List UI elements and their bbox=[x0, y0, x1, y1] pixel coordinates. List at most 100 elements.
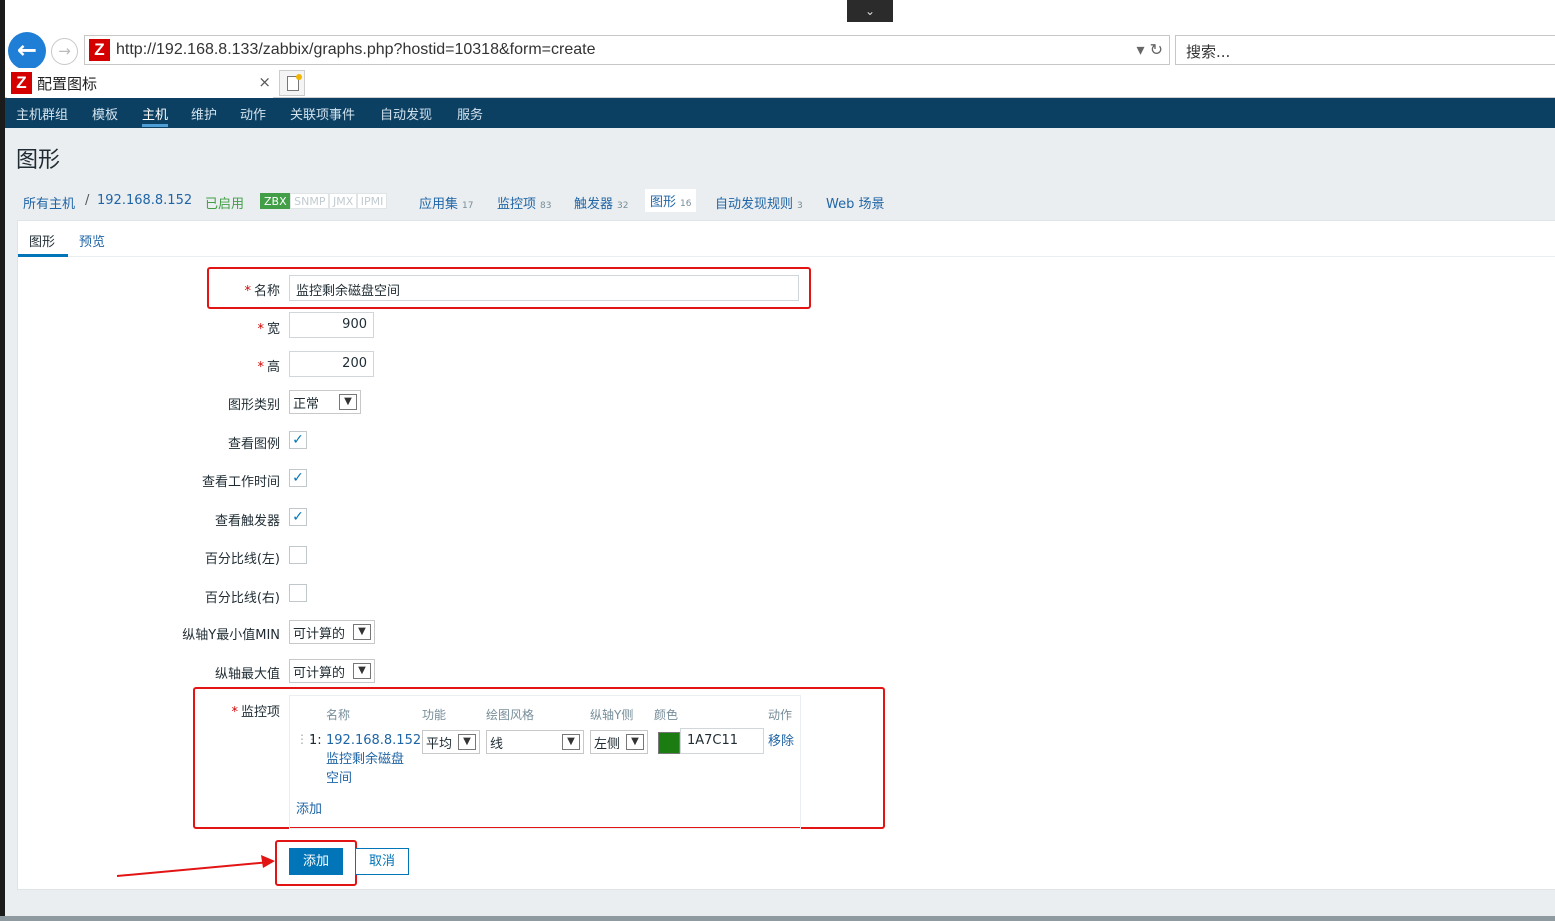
item-index: 1: bbox=[309, 733, 322, 748]
breadcrumb-all-hosts[interactable]: 所有主机 bbox=[23, 193, 75, 212]
checkmark-icon: ✓ bbox=[292, 432, 304, 448]
close-icon[interactable]: × bbox=[258, 73, 271, 91]
th-color: 颜色 bbox=[654, 708, 679, 722]
th-action: 动作 bbox=[768, 708, 793, 722]
items-count: 83 bbox=[540, 201, 552, 211]
percentile-right-checkbox[interactable] bbox=[289, 584, 307, 602]
graphs-label: 图形 bbox=[650, 195, 677, 210]
breadcrumb-triggers[interactable]: 触发器 32 bbox=[574, 193, 628, 212]
th-function: 功能 bbox=[422, 708, 447, 722]
nav-discovery[interactable]: 自动发现 bbox=[380, 104, 432, 123]
show-work-period-label: 查看工作时间 bbox=[201, 475, 280, 490]
height-input[interactable]: 200 bbox=[289, 351, 374, 377]
breadcrumb-separator: / bbox=[85, 193, 90, 208]
tab-graph[interactable]: 图形 bbox=[29, 231, 55, 250]
chevron-down-icon: ▼ bbox=[353, 624, 371, 640]
address-bar[interactable]: Z http://192.168.8.133/zabbix/graphs.php… bbox=[84, 35, 1170, 65]
required-mark: * bbox=[257, 322, 264, 337]
breadcrumb-items[interactable]: 监控项 83 bbox=[497, 193, 551, 212]
th-yaxis-side: 纵轴Y侧 bbox=[590, 708, 634, 722]
item-remove-link[interactable]: 移除 bbox=[768, 732, 794, 751]
name-input[interactable]: 监控剩余磁盘空间 bbox=[289, 275, 799, 301]
browser-search-input[interactable]: 搜索... bbox=[1175, 35, 1555, 65]
checkmark-icon: ✓ bbox=[292, 470, 304, 486]
nav-event-correlation[interactable]: 关联项事件 bbox=[290, 104, 355, 123]
page-title: 图形 bbox=[16, 148, 61, 173]
nav-maintenance[interactable]: 维护 bbox=[191, 104, 217, 123]
chevron-down-icon: ▼ bbox=[562, 734, 580, 750]
breadcrumb-graphs[interactable]: 图形 16 bbox=[645, 189, 697, 212]
height-label: * 高 bbox=[257, 356, 280, 375]
items-label: 监控项 bbox=[497, 197, 537, 212]
item-name-line3: 空间 bbox=[326, 771, 353, 786]
breadcrumb-discovery[interactable]: 自动发现规则 3 bbox=[715, 193, 803, 212]
breadcrumb-host[interactable]: 192.168.8.152 bbox=[97, 193, 192, 208]
width-input[interactable]: 900 bbox=[289, 312, 374, 338]
nav-templates[interactable]: 模板 bbox=[92, 104, 118, 123]
item-yaxis-select[interactable]: 左侧 ▼ bbox=[590, 730, 648, 754]
window-bottom-edge bbox=[0, 916, 1555, 921]
form-tabs: 图形 预览 bbox=[18, 221, 1555, 257]
browser-nav-bar: ← → Z http://192.168.8.133/zabbix/graphs… bbox=[5, 30, 1555, 70]
percentile-left-checkbox[interactable] bbox=[289, 546, 307, 564]
width-label-text: 宽 bbox=[266, 322, 280, 337]
add-button[interactable]: 添加 bbox=[289, 848, 343, 875]
ymin-select[interactable]: 可计算的 ▼ bbox=[289, 620, 375, 644]
th-drawtype: 绘图风格 bbox=[486, 708, 535, 722]
badge-zbx: ZBX bbox=[260, 193, 291, 209]
refresh-icon[interactable]: ▾ ↻ bbox=[1136, 40, 1163, 59]
annotation-arrow-icon bbox=[116, 855, 275, 877]
browser-tab[interactable]: Z 配置图标 × bbox=[7, 68, 273, 98]
graph-type-label: 图形类别 bbox=[227, 398, 280, 413]
tab-title: 配置图标 bbox=[37, 75, 98, 93]
applications-count: 17 bbox=[462, 201, 474, 211]
item-drawtype-select[interactable]: 线 ▼ bbox=[486, 730, 584, 754]
th-name: 名称 bbox=[326, 708, 351, 722]
new-tab-button[interactable] bbox=[279, 70, 305, 96]
badge-snmp: SNMP bbox=[290, 193, 330, 209]
show-work-period-checkbox[interactable]: ✓ bbox=[289, 469, 307, 487]
nav-actions[interactable]: 动作 bbox=[240, 104, 266, 123]
cancel-button[interactable]: 取消 bbox=[355, 848, 409, 875]
show-legend-checkbox[interactable]: ✓ bbox=[289, 431, 307, 449]
breadcrumb-applications[interactable]: 应用集 17 bbox=[419, 193, 473, 212]
discovery-count: 3 bbox=[797, 201, 803, 211]
host-status[interactable]: 已启用 bbox=[205, 193, 244, 212]
show-triggers-checkbox[interactable]: ✓ bbox=[289, 508, 307, 526]
show-legend-label: 查看图例 bbox=[227, 437, 280, 452]
tab-preview[interactable]: 预览 bbox=[79, 231, 105, 250]
name-label: * 名称 bbox=[244, 280, 280, 299]
item-name-link[interactable]: 192.168.8.152: 监控剩余磁盘 空间 bbox=[326, 731, 426, 788]
add-item-link[interactable]: 添加 bbox=[296, 800, 322, 819]
triggers-label: 触发器 bbox=[574, 197, 614, 212]
graphs-count: 16 bbox=[680, 199, 692, 209]
item-function-select[interactable]: 平均 ▼ bbox=[422, 730, 480, 754]
back-arrow-icon[interactable]: ← bbox=[8, 32, 46, 70]
name-label-text: 名称 bbox=[253, 284, 280, 299]
chevron-down-icon: ▼ bbox=[458, 734, 476, 750]
color-swatch[interactable] bbox=[658, 732, 680, 754]
graph-type-select[interactable]: 正常 ▼ bbox=[289, 390, 361, 414]
forward-arrow-icon[interactable]: → bbox=[51, 38, 78, 65]
ymax-label: 纵轴最大值 bbox=[214, 667, 280, 682]
items-label-text: 监控项 bbox=[240, 705, 280, 720]
graph-type-value: 正常 bbox=[293, 397, 320, 412]
nav-services[interactable]: 服务 bbox=[457, 104, 483, 123]
ymax-value: 可计算的 bbox=[293, 666, 346, 681]
item-drawtype-value: 线 bbox=[490, 737, 504, 752]
form-tab-indicator bbox=[18, 254, 68, 257]
browser-tab-bar: Z 配置图标 × bbox=[5, 68, 1555, 98]
nav-host-groups[interactable]: 主机群组 bbox=[16, 104, 68, 123]
nav-hosts[interactable]: 主机 bbox=[142, 104, 168, 123]
item-yaxis-value: 左侧 bbox=[594, 737, 621, 752]
item-name-line1: 192.168.8.152: bbox=[326, 733, 426, 748]
chevron-down-icon: ▼ bbox=[339, 394, 357, 410]
item-color-input[interactable]: 1A7C11 bbox=[680, 728, 764, 754]
chevron-down-icon[interactable]: ⌄ bbox=[847, 0, 893, 22]
badge-jmx: JMX bbox=[328, 193, 358, 209]
ymax-select[interactable]: 可计算的 ▼ bbox=[289, 659, 375, 683]
show-triggers-label: 查看触发器 bbox=[214, 514, 280, 529]
breadcrumb-web[interactable]: Web 场景 bbox=[826, 193, 884, 212]
height-label-text: 高 bbox=[266, 360, 280, 375]
triggers-count: 32 bbox=[617, 201, 629, 211]
